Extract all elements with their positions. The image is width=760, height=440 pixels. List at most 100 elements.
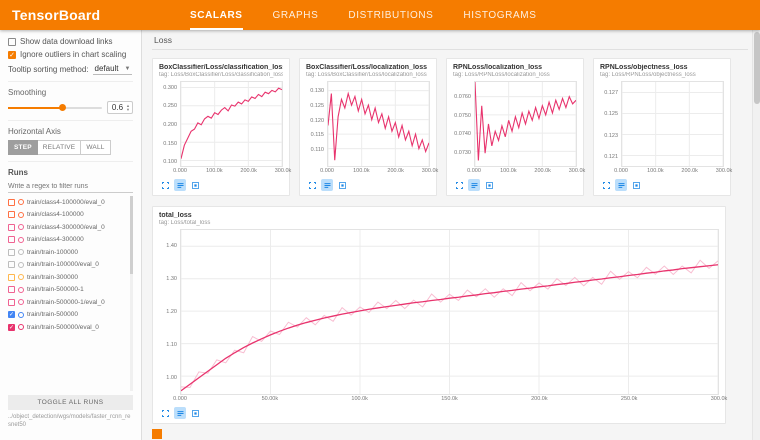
run-checkbox[interactable] — [8, 236, 15, 243]
chart-toolbar — [600, 179, 724, 191]
tooltip-sort-dropdown[interactable]: default ▼ — [93, 63, 133, 75]
general-options-section: Show data download links Ignore outliers… — [8, 37, 133, 82]
expand-chart-button[interactable] — [159, 407, 171, 419]
expand-icon — [161, 181, 170, 190]
axis-wall-button[interactable]: WALL — [81, 140, 110, 155]
chart-card-box-classification-loss: BoxClassifier/Loss/classification_loss t… — [152, 58, 290, 196]
run-row[interactable]: train/train-500000-1 — [8, 284, 128, 297]
run-row[interactable]: train/train-300000 — [8, 271, 128, 284]
run-color-circle[interactable] — [18, 212, 24, 218]
tab-scalars[interactable]: SCALARS — [190, 0, 243, 30]
fit-domain-icon — [632, 181, 641, 190]
run-color-circle[interactable] — [18, 324, 24, 330]
y-axis-labels: 0.3000.2500.2000.1500.100 — [157, 81, 180, 167]
run-checkbox[interactable] — [8, 274, 15, 281]
run-row[interactable]: train/class4-300000/eval_0 — [8, 221, 128, 234]
run-color-circle[interactable] — [18, 199, 24, 205]
tab-graphs[interactable]: GRAPHS — [273, 0, 319, 30]
show-download-links-row[interactable]: Show data download links — [8, 37, 133, 46]
run-selector-button[interactable] — [174, 407, 186, 419]
run-checkbox[interactable] — [8, 286, 15, 293]
spinner-arrows-icon[interactable]: ▲▼ — [126, 104, 130, 111]
run-color-circle[interactable] — [18, 237, 24, 243]
tooltip-sort-label: Tooltip sorting method: — [8, 65, 89, 74]
runs-section: Runs train/class4-100000/eval_0train/cla… — [8, 168, 133, 436]
run-color-circle[interactable] — [18, 224, 24, 230]
chart-card-total-loss: total_loss tag: Loss/total_loss 1.401.30… — [152, 206, 726, 424]
run-color-circle[interactable] — [18, 287, 24, 293]
smoothing-value-input[interactable]: 0.6 ▲▼ — [107, 101, 133, 114]
run-checkbox[interactable] — [8, 299, 15, 306]
run-row[interactable]: train/train-500000-1/eval_0 — [8, 296, 128, 309]
logdir-path: ../object_detection/wgs/models/faster_rc… — [8, 414, 133, 430]
run-checkbox[interactable] — [8, 261, 15, 268]
run-row[interactable]: train/class4-100000 — [8, 209, 128, 222]
runs-scrollbar[interactable] — [130, 196, 133, 391]
plot-area[interactable] — [621, 81, 724, 167]
axis-step-button[interactable]: STEP — [8, 140, 38, 155]
run-checkbox[interactable] — [8, 224, 15, 231]
run-selector-button[interactable] — [321, 179, 333, 191]
fit-domain-button[interactable] — [189, 179, 201, 191]
run-selector-button[interactable] — [468, 179, 480, 191]
run-row[interactable]: train/train-100000 — [8, 246, 128, 259]
run-row[interactable]: train/class4-100000/eval_0 — [8, 196, 128, 209]
app-title: TensorBoard — [0, 7, 148, 23]
fit-domain-button[interactable] — [336, 179, 348, 191]
expand-chart-button[interactable] — [306, 179, 318, 191]
run-row[interactable]: train/train-100000/eval_0 — [8, 259, 128, 272]
plot-area[interactable] — [474, 81, 577, 167]
run-color-circle[interactable] — [18, 274, 24, 280]
plot-area[interactable] — [180, 229, 719, 395]
fit-domain-button[interactable] — [483, 179, 495, 191]
run-selector-button[interactable] — [174, 179, 186, 191]
expand-chart-button[interactable] — [453, 179, 465, 191]
expand-chart-button[interactable] — [159, 179, 171, 191]
run-checkbox[interactable] — [8, 199, 15, 206]
run-checkbox[interactable] — [8, 211, 15, 218]
run-checkbox[interactable] — [8, 249, 15, 256]
run-checkbox[interactable]: ✓ — [8, 324, 15, 331]
smoothing-slider-handle[interactable] — [59, 104, 66, 111]
ignore-outliers-row[interactable]: Ignore outliers in chart scaling — [8, 50, 133, 59]
chart-toolbar — [306, 179, 430, 191]
run-color-circle[interactable] — [18, 249, 24, 255]
run-row[interactable]: train/class4-300000 — [8, 234, 128, 247]
expand-chart-button[interactable] — [600, 179, 612, 191]
nav-tabs: SCALARS GRAPHS DISTRIBUTIONS HISTOGRAMS — [190, 0, 536, 30]
tag-group-header[interactable]: Loss — [152, 33, 748, 50]
chart-title: BoxClassifier/Loss/classification_loss — [159, 64, 283, 71]
y-axis-labels: 0.1270.1250.1230.121 — [598, 81, 621, 167]
axis-relative-button[interactable]: RELATIVE — [38, 140, 82, 155]
run-checkbox[interactable]: ✓ — [8, 311, 15, 318]
page-scrollbar-thumb[interactable] — [754, 32, 760, 104]
run-color-circle[interactable] — [18, 262, 24, 268]
show-download-links-label: Show data download links — [20, 37, 113, 46]
run-selector-button[interactable] — [615, 179, 627, 191]
page-scrollbar[interactable] — [752, 30, 760, 440]
run-color-circle[interactable] — [18, 312, 24, 318]
chart-title: total_loss — [159, 212, 719, 219]
runs-list: train/class4-100000/eval_0 train/class4-1… — [8, 196, 133, 391]
small-charts-row: BoxClassifier/Loss/classification_loss t… — [152, 58, 748, 196]
expand-icon — [455, 181, 464, 190]
chart-title: RPNLoss/objectness_loss — [600, 64, 724, 71]
run-row[interactable]: ✓train/train-500000 — [8, 309, 128, 322]
plot-area[interactable] — [180, 81, 283, 167]
expand-icon — [308, 181, 317, 190]
runs-menu-icon — [323, 181, 332, 190]
tab-distributions[interactable]: DISTRIBUTIONS — [348, 0, 433, 30]
fit-domain-button[interactable] — [189, 407, 201, 419]
fit-domain-button[interactable] — [630, 179, 642, 191]
tab-histograms[interactable]: HISTOGRAMS — [463, 0, 536, 30]
plot-area[interactable] — [327, 81, 430, 167]
run-color-circle[interactable] — [18, 299, 24, 305]
runs-filter-input[interactable] — [8, 181, 133, 193]
smoothing-slider[interactable] — [8, 107, 102, 109]
show-download-links-checkbox[interactable] — [8, 38, 16, 46]
ignore-outliers-checkbox[interactable] — [8, 51, 16, 59]
toggle-all-runs-button[interactable]: TOGGLE ALL RUNS — [8, 395, 133, 410]
runs-menu-icon — [470, 181, 479, 190]
run-row[interactable]: ✓train/train-500000/eval_0 — [8, 321, 128, 334]
run-name: train/class4-100000 — [27, 211, 84, 218]
